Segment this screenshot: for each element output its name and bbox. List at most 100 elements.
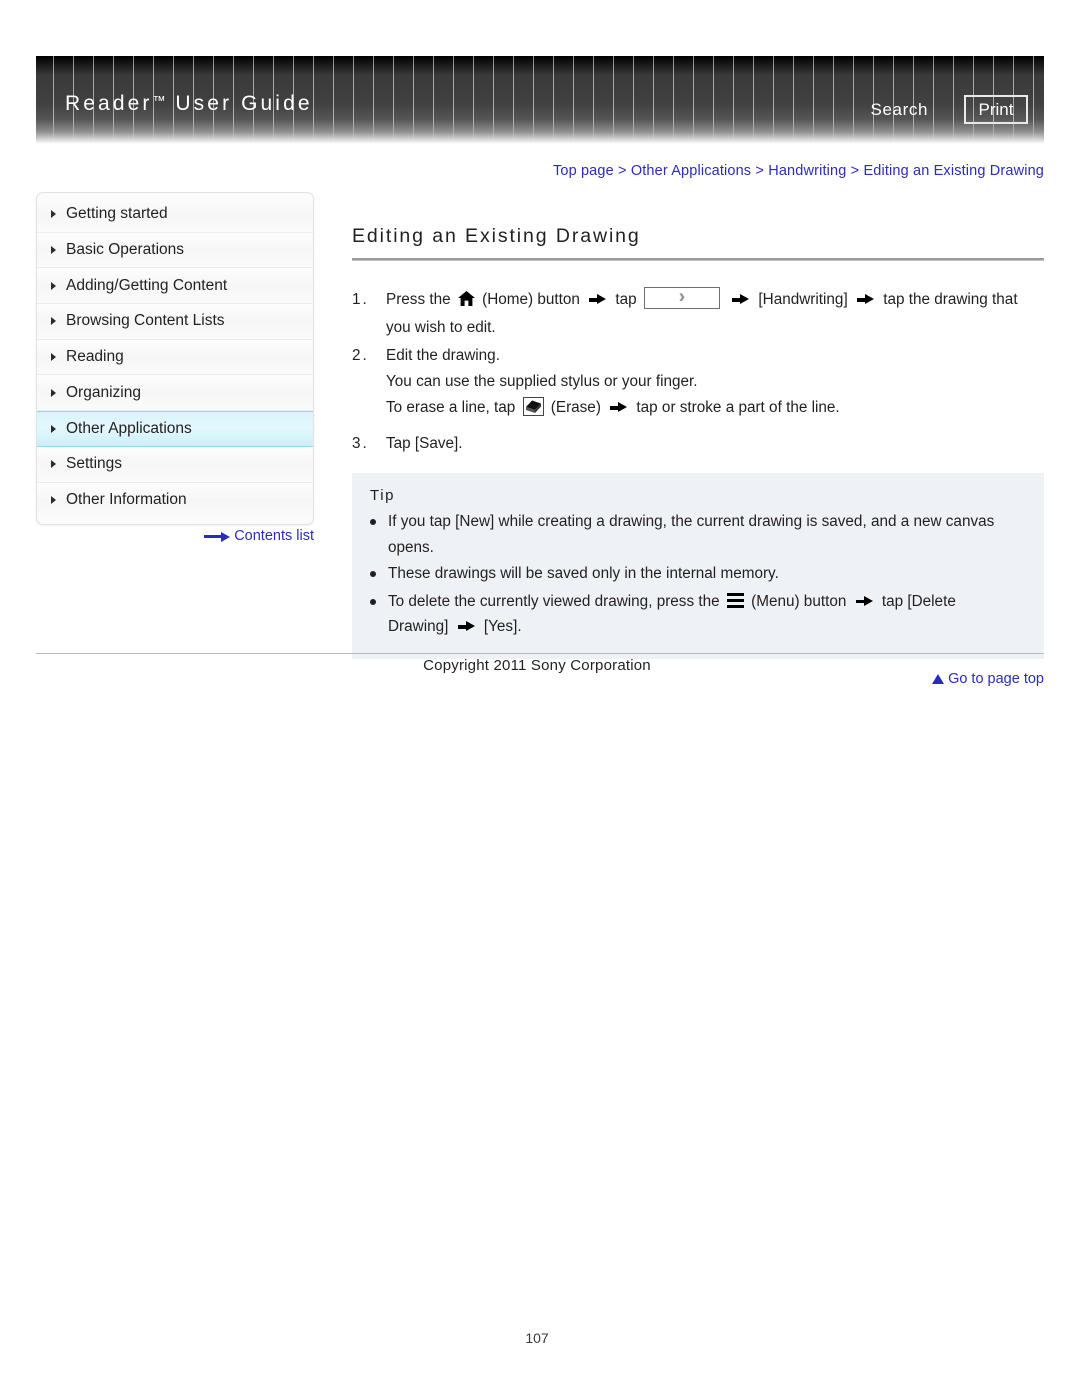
- triangle-right-icon: [51, 246, 56, 255]
- sidebar-item-label: Other Information: [66, 491, 187, 509]
- step-2-number: 2.: [352, 347, 369, 364]
- step-1-text-a: Press the: [386, 291, 451, 308]
- bullet-icon: [370, 561, 388, 588]
- contents-list-link-wrap: Contents list: [36, 528, 314, 545]
- step-1-text-e: tap the drawing that: [883, 291, 1018, 308]
- step-3: 3. Tap [Save].: [352, 431, 1044, 457]
- footer-divider: [36, 653, 1044, 654]
- triangle-right-icon: [51, 210, 56, 219]
- tip-box: Tip If you tap [New] while creating a dr…: [352, 473, 1044, 659]
- step-2-text-c: To erase a line, tap: [386, 399, 516, 416]
- tip-item-2-text: These drawings will be saved only in the…: [388, 565, 779, 582]
- triangle-right-icon: [51, 317, 56, 326]
- sidebar-item-label: Reading: [66, 348, 124, 366]
- site-title-main: Reader: [65, 92, 153, 115]
- tip-item-3-text-a: To delete the currently viewed drawing, …: [388, 592, 720, 610]
- breadcrumb-item-other-applications[interactable]: Other Applications: [631, 163, 751, 179]
- triangle-right-icon: [51, 424, 56, 433]
- contents-list-label: Contents list: [234, 528, 314, 544]
- triangle-right-icon: [51, 460, 56, 469]
- sidebar-item-label: Other Applications: [66, 419, 192, 437]
- step-2-text-a: Edit the drawing.: [386, 347, 500, 364]
- step-3-body: Tap [Save].: [386, 435, 463, 452]
- bullet-icon: [370, 589, 388, 640]
- chevron-right-button-icon: [643, 287, 720, 309]
- sidebar-item-getting-started[interactable]: Getting started: [37, 197, 313, 233]
- triangle-right-icon: [51, 496, 56, 505]
- contents-list-link[interactable]: Contents list: [204, 528, 314, 544]
- home-icon: [457, 291, 475, 306]
- breadcrumb-item-handwriting[interactable]: Handwriting: [768, 163, 846, 179]
- step-1-text-b: (Home) button: [482, 291, 580, 308]
- triangle-up-icon: [932, 673, 945, 684]
- breadcrumb-item-top-page[interactable]: Top page: [553, 163, 614, 179]
- copyright-text: Copyright 2011 Sony Corporation: [423, 657, 651, 674]
- step-2-line-erase: To erase a line, tap (Erase) tap or stro…: [386, 395, 1044, 421]
- sidebar-item-reading[interactable]: Reading: [37, 339, 313, 376]
- tip-title: Tip: [370, 487, 396, 504]
- sidebar-item-label: Adding/Getting Content: [66, 276, 228, 294]
- sidebar-item-browsing-content-lists[interactable]: Browsing Content Lists: [37, 304, 313, 340]
- tip-item-1: If you tap [New] while creating a drawin…: [370, 509, 1026, 560]
- step-2-text-d: (Erase): [550, 399, 601, 416]
- tip-item-2: These drawings will be saved only in the…: [370, 561, 1026, 588]
- arrow-right-icon: [732, 294, 750, 305]
- arrow-right-icon: [856, 294, 874, 305]
- step-1-text-d: [Handwriting]: [758, 291, 848, 308]
- title-divider: [352, 258, 1044, 261]
- step-1-text-f: you wish to edit.: [386, 319, 496, 336]
- step-1-number: 1.: [352, 291, 369, 308]
- site-title-rest: User Guide: [166, 92, 313, 115]
- breadcrumb-separator: >: [755, 163, 765, 179]
- page-number: 107: [525, 1330, 549, 1346]
- triangle-right-icon: [51, 281, 56, 290]
- sidebar-item-label: Basic Operations: [66, 241, 185, 259]
- step-1-text-c: tap: [615, 291, 637, 308]
- tip-item-3: To delete the currently viewed drawing, …: [370, 589, 1026, 640]
- breadcrumb-item-current[interactable]: Editing an Existing Drawing: [863, 163, 1044, 179]
- sidebar-item-label: Settings: [66, 455, 123, 473]
- sidebar-item-organizing[interactable]: Organizing: [37, 375, 313, 412]
- site-title: Reader™ User Guide: [65, 92, 313, 116]
- sidebar-item-other-information[interactable]: Other Information: [37, 482, 313, 519]
- menu-icon: [726, 592, 744, 608]
- search-link[interactable]: Search: [871, 100, 928, 120]
- step-1: 1. Press the (Home) button tap [Handwrit…: [352, 287, 1044, 341]
- tip-item-3-line2: Drawing] [Yes].: [388, 614, 1026, 640]
- step-2-text-b: You can use the supplied stylus or your …: [386, 373, 698, 390]
- arrow-right-icon: [589, 294, 607, 305]
- tip-item-3-text-e: [Yes].: [483, 618, 522, 635]
- triangle-right-icon: [51, 388, 56, 397]
- tip-item-3-text-b: (Menu) button: [751, 592, 847, 610]
- bullet-icon: [370, 509, 388, 560]
- arrow-right-icon: [457, 621, 475, 632]
- breadcrumb-separator: >: [850, 163, 860, 179]
- print-button[interactable]: Print: [964, 95, 1028, 124]
- sidebar-item-label: Getting started: [66, 205, 168, 223]
- triangle-right-icon: [51, 353, 56, 362]
- step-3-number: 3.: [352, 435, 369, 452]
- sidebar-item-label: Organizing: [66, 383, 141, 401]
- sidebar-item-other-applications[interactable]: Other Applications: [37, 411, 313, 447]
- step-2-body: Edit the drawing. You can use the suppli…: [386, 343, 1044, 421]
- sidebar-item-settings[interactable]: Settings: [37, 446, 313, 483]
- page-title: Editing an Existing Drawing: [352, 225, 641, 247]
- sidebar-item-adding-getting-content[interactable]: Adding/Getting Content: [37, 268, 313, 305]
- erase-icon: [522, 397, 544, 416]
- arrow-right-icon: [610, 402, 628, 413]
- arrow-right-icon: [204, 531, 231, 542]
- arrow-right-icon: [855, 595, 873, 607]
- step-2-text-e: tap or stroke a part of the line.: [636, 399, 840, 416]
- step-2: 2. Edit the drawing. You can use the sup…: [352, 343, 1044, 421]
- tip-item-3-text: To delete the currently viewed drawing, …: [388, 589, 1026, 640]
- breadcrumb: Top page > Other Applications > Handwrit…: [0, 163, 1044, 179]
- trademark-symbol: ™: [152, 93, 167, 108]
- site-header: Reader™ User Guide Search Print: [36, 56, 1044, 144]
- tip-item-3-text-d: Drawing]: [388, 618, 449, 635]
- step-1-body: Press the (Home) button tap [Handwriting…: [386, 287, 1044, 341]
- tip-item-3-text-c: tap [Delete: [881, 592, 956, 610]
- sidebar-item-basic-operations[interactable]: Basic Operations: [37, 232, 313, 269]
- breadcrumb-separator: >: [618, 163, 627, 179]
- sidebar-nav: Getting started Basic Operations Adding/…: [36, 192, 314, 526]
